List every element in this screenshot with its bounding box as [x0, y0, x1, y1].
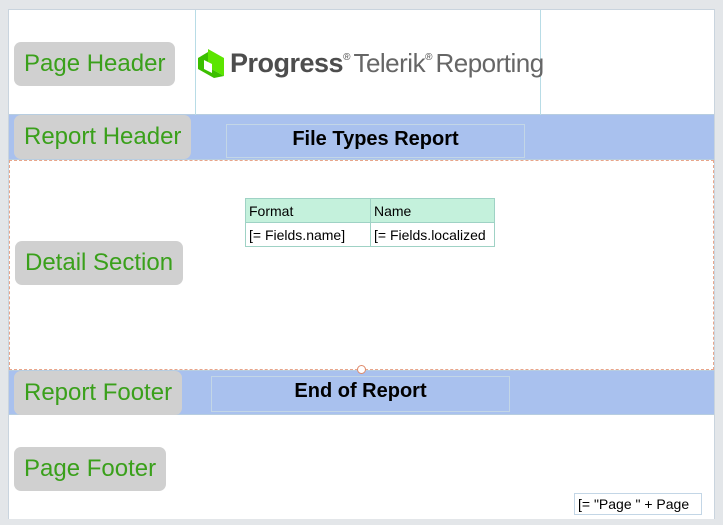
page-footer-band[interactable]: Page Footer [= "Page " + Page [9, 415, 714, 519]
page-header-label: Page Header [14, 42, 176, 86]
report-title-textbox[interactable]: File Types Report [226, 124, 525, 158]
table-header-cell[interactable]: Format [245, 198, 371, 223]
report-footer-textbox[interactable]: End of Report [211, 376, 510, 412]
report-header-band[interactable]: Report Header File Types Report [9, 115, 714, 160]
page-header-band[interactable]: Page Header Progress ® Telerik ® Reporti… [9, 10, 714, 115]
table-header-cell[interactable]: Name [370, 198, 495, 223]
page-number-textbox[interactable]: [= "Page " + Page [574, 493, 702, 515]
detail-section-label: Detail Section [15, 241, 184, 285]
table-cell[interactable]: [= Fields.name] [245, 222, 371, 247]
section-resize-handle[interactable] [357, 365, 366, 374]
table-header-row: Format Name [245, 198, 495, 223]
table-row: [= Fields.name] [= Fields.localized [245, 222, 495, 247]
logo-reporting-text: Reporting [435, 47, 544, 78]
report-design-surface[interactable]: Page Header Progress ® Telerik ® Reporti… [8, 9, 715, 519]
progress-telerik-logo[interactable]: Progress ® Telerik ® Reporting [196, 43, 544, 83]
logo-telerik-text: Telerik [353, 47, 426, 78]
progress-logo-icon [198, 49, 224, 78]
data-table[interactable]: Format Name [= Fields.name] [= Fields.lo… [245, 198, 495, 247]
page-footer-label: Page Footer [14, 447, 167, 491]
logo-progress-text: Progress [230, 47, 344, 78]
detail-section-band[interactable]: Detail Section Format Name [= Fields.nam… [9, 160, 714, 370]
logo-registered-mark: ® [425, 51, 433, 63]
report-footer-label: Report Footer [14, 371, 183, 415]
report-header-label: Report Header [14, 115, 192, 159]
table-cell[interactable]: [= Fields.localized [370, 222, 495, 247]
logo-registered-mark: ® [343, 51, 351, 63]
report-footer-band[interactable]: Report Footer End of Report [9, 370, 714, 415]
